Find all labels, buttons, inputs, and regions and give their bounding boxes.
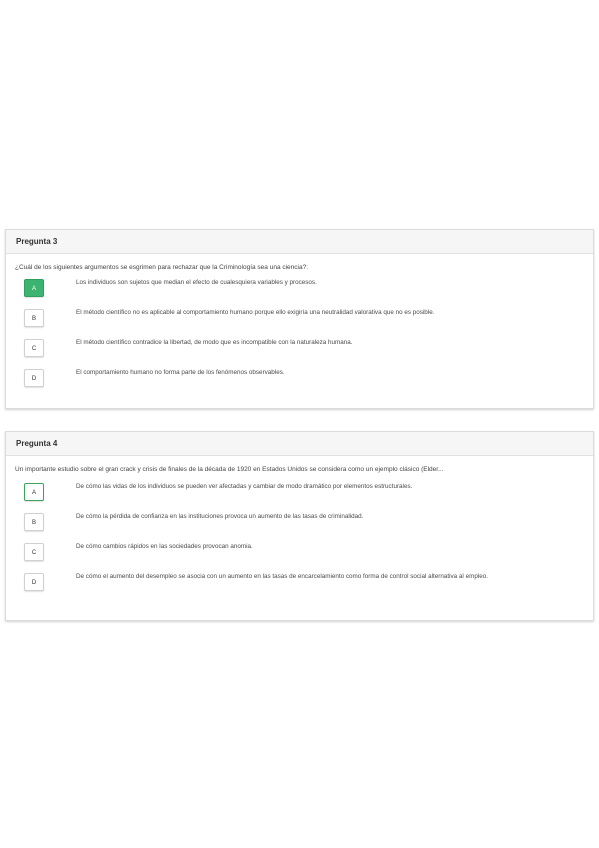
- option-d[interactable]: D El comportamiento humano no forma part…: [24, 369, 584, 389]
- option-b[interactable]: B El método científico no es aplicable a…: [24, 309, 584, 329]
- option-a[interactable]: A Los individuos son sujetos que median …: [24, 279, 584, 299]
- option-d-text: El comportamiento humano no forma parte …: [76, 369, 285, 376]
- question-prompt: ¿Cuál de los siguientes argumentos se es…: [15, 264, 309, 271]
- option-c-button[interactable]: C: [24, 543, 44, 561]
- question-card-3: Pregunta 3 ¿Cuál de los siguientes argum…: [5, 229, 594, 409]
- question-header: Pregunta 4: [6, 432, 593, 456]
- option-c-text: El método científico contradice la liber…: [76, 339, 353, 346]
- option-a[interactable]: A De cómo las vidas de los individuos se…: [24, 483, 584, 503]
- option-c[interactable]: C De cómo cambios rápidos en las socieda…: [24, 543, 584, 563]
- option-b[interactable]: B De cómo la pérdida de confianza en las…: [24, 513, 584, 533]
- option-c-text: De cómo cambios rápidos en las sociedade…: [76, 543, 253, 550]
- option-b-text: El método científico no es aplicable al …: [76, 309, 435, 316]
- option-b-button[interactable]: B: [24, 513, 44, 531]
- option-d[interactable]: D De cómo el aumento del desempleo se as…: [24, 573, 584, 593]
- question-prompt: Un importante estudio sobre el gran crac…: [15, 466, 444, 473]
- option-b-text: De cómo la pérdida de confianza en las i…: [76, 513, 364, 520]
- option-d-button[interactable]: D: [24, 369, 44, 387]
- question-header: Pregunta 3: [6, 230, 593, 254]
- option-d-button[interactable]: D: [24, 573, 44, 591]
- option-a-text: Los individuos son sujetos que median el…: [76, 279, 317, 286]
- option-a-text: De cómo las vidas de los individuos se p…: [76, 483, 413, 490]
- option-b-button[interactable]: B: [24, 309, 44, 327]
- option-a-button[interactable]: A: [24, 483, 44, 501]
- option-c[interactable]: C El método científico contradice la lib…: [24, 339, 584, 359]
- question-card-4: Pregunta 4 Un importante estudio sobre e…: [5, 431, 594, 621]
- option-c-button[interactable]: C: [24, 339, 44, 357]
- option-d-text: De cómo el aumento del desempleo se asoc…: [76, 573, 488, 580]
- option-a-button[interactable]: A: [24, 279, 44, 297]
